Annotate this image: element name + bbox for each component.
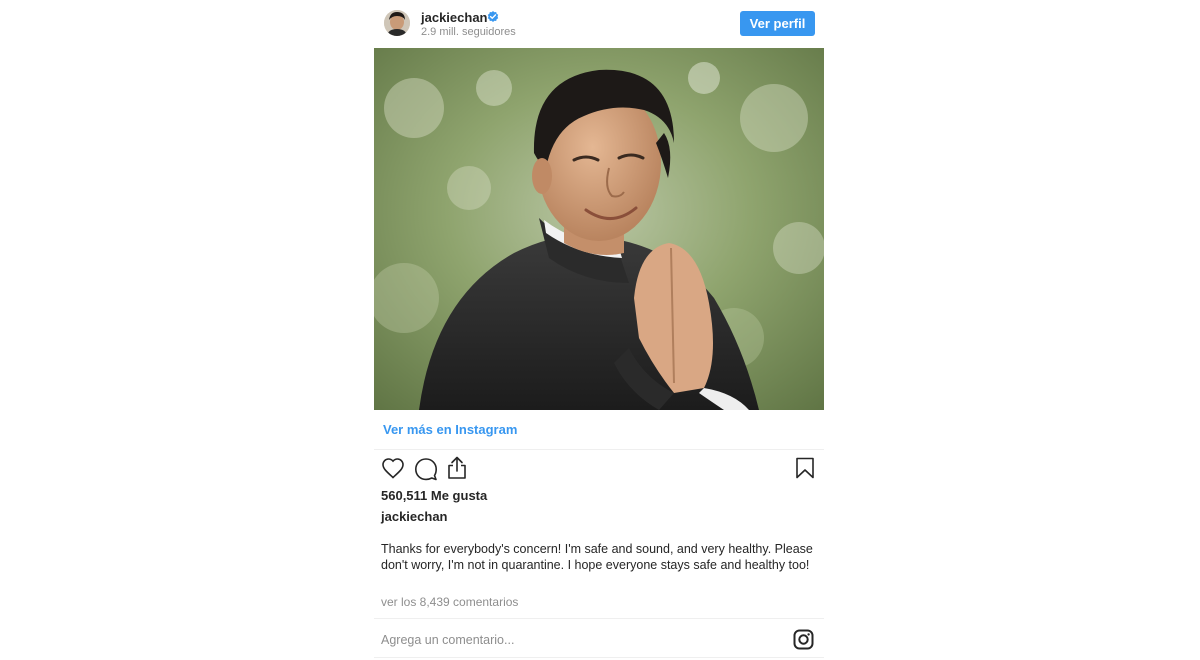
- follower-count: 2.9 mill. seguidores: [421, 26, 516, 38]
- heart-icon[interactable]: [381, 457, 405, 479]
- username[interactable]: jackiechan: [421, 10, 488, 25]
- divider: [374, 618, 824, 619]
- instagram-embed: jackiechan 2.9 mill. seguidores Ver perf…: [374, 0, 824, 660]
- verified-badge-icon: [487, 11, 499, 22]
- instagram-logo-icon[interactable]: [793, 629, 814, 650]
- post-photo[interactable]: [374, 48, 824, 410]
- post-header: jackiechan 2.9 mill. seguidores Ver perf…: [374, 0, 824, 48]
- post-caption: Thanks for everybody's concern! I'm safe…: [381, 542, 813, 572]
- view-profile-button[interactable]: Ver perfil: [740, 11, 815, 36]
- view-more-on-instagram-link[interactable]: Ver más en Instagram: [383, 422, 517, 437]
- divider: [374, 449, 824, 450]
- comment-bubble-icon[interactable]: [414, 457, 438, 481]
- view-comments-link[interactable]: ver los 8,439 comentarios: [381, 595, 518, 609]
- bookmark-icon[interactable]: [795, 457, 815, 479]
- like-count[interactable]: 560,511 Me gusta: [381, 488, 487, 503]
- divider: [374, 657, 824, 658]
- caption-username[interactable]: jackiechan: [381, 509, 448, 524]
- share-icon[interactable]: [446, 456, 468, 480]
- avatar[interactable]: [384, 10, 410, 36]
- add-comment-input[interactable]: Agrega un comentario...: [381, 633, 514, 647]
